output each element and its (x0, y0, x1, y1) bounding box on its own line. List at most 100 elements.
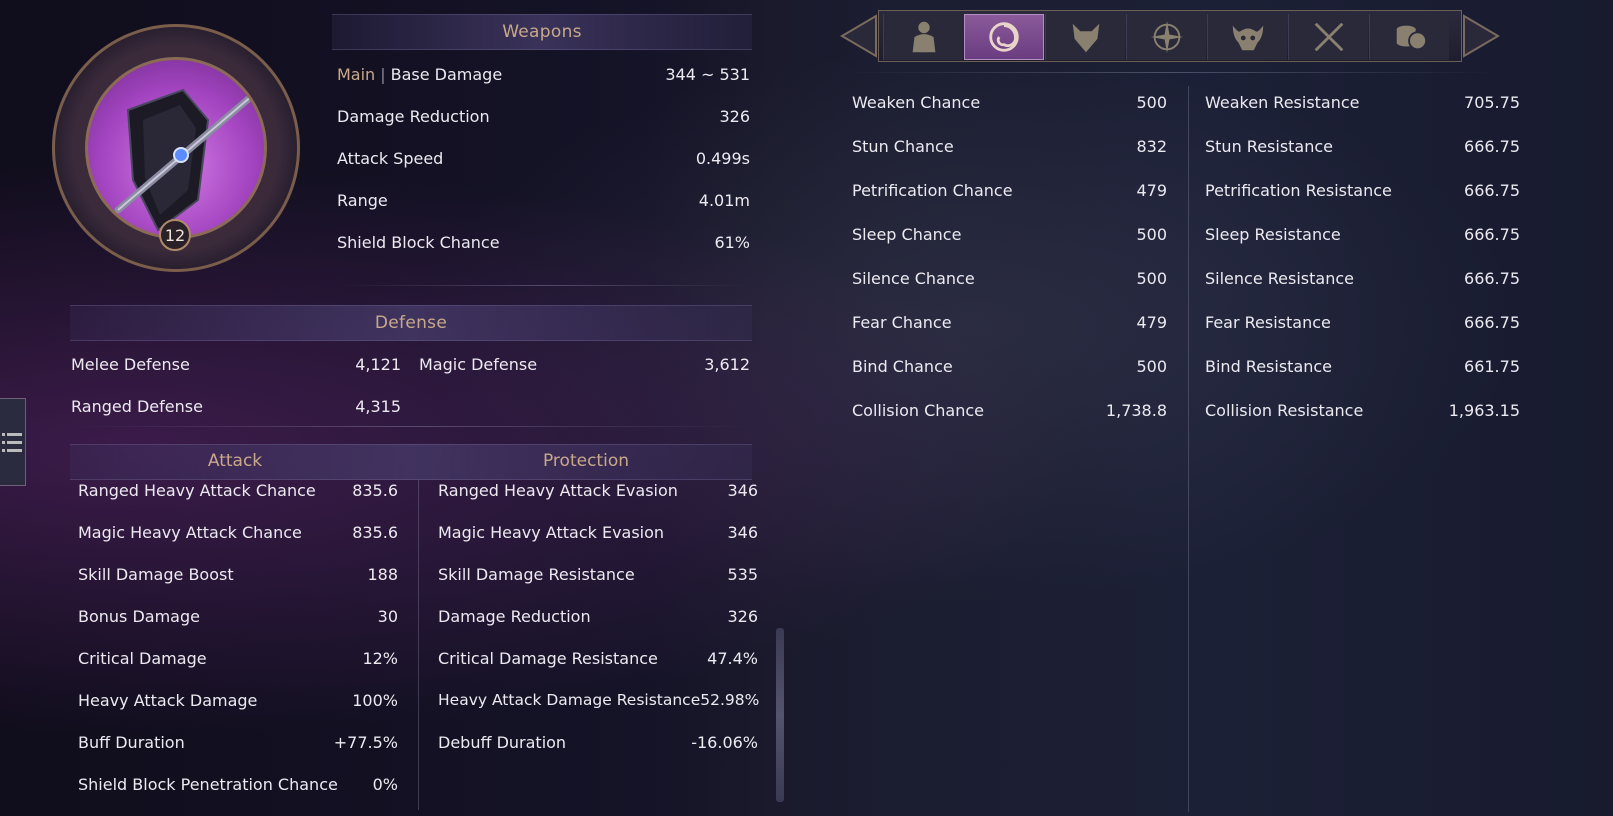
attack-header: Attack (207, 451, 263, 471)
stat-value: 326 (727, 606, 758, 626)
tab-coins[interactable] (1369, 14, 1449, 60)
stat-label: Shield Block Chance (337, 232, 500, 252)
status-chance-row: Collision Chance 1,738.8 (852, 398, 1167, 422)
wolf-icon (1072, 23, 1099, 53)
stat-label: Bonus Damage (78, 606, 200, 626)
stat-label: Petrification Resistance (1205, 180, 1392, 200)
stat-value: 344 ~ 531 (665, 64, 750, 84)
tab-demon[interactable] (1207, 14, 1287, 60)
stat-value: 52.98% (700, 691, 760, 709)
scrollbar[interactable] (776, 628, 784, 802)
weapon-stat-row: Damage Reduction 326 (337, 104, 750, 128)
stat-value: 500 (1136, 92, 1167, 112)
attack-stat-row: Magic Heavy Attack Chance 835.6 (78, 520, 398, 544)
protection-stat-row: Critical Damage Resistance 47.4% (438, 646, 758, 670)
stat-label: Skill Damage Resistance (438, 564, 635, 584)
stat-value: 0.499s (695, 148, 750, 168)
shield-sword-icon (114, 88, 257, 232)
stat-label: Debuff Duration (438, 732, 567, 752)
status-chance-row: Fear Chance 479 (852, 310, 1167, 334)
body-icon (912, 21, 935, 53)
stat-label: Buff Duration (78, 732, 185, 752)
stat-label: Damage Reduction (438, 606, 591, 626)
weapons-header: Weapons (332, 14, 752, 50)
stat-value: 4,121 (355, 354, 401, 374)
protection-stat-row: Heavy Attack Damage Resistance 52.98% (438, 688, 760, 712)
stat-label: Shield Block Penetration Chance (78, 774, 338, 794)
column-divider (1188, 86, 1189, 812)
tab-body[interactable] (883, 14, 963, 60)
stat-value: 4,315 (355, 396, 401, 416)
weapon-stat-row: Main | Base Damage 344 ~ 531 (337, 64, 750, 84)
main-weapon-tag: Main (337, 64, 376, 84)
list-icon (2, 433, 22, 452)
attack-stat-row: Critical Damage 12% (78, 646, 398, 670)
tab-compass[interactable] (1126, 14, 1206, 60)
protection-stat-row: Damage Reduction 326 (438, 604, 758, 628)
stat-value: 479 (1136, 312, 1167, 332)
stat-label: Magic Heavy Attack Chance (78, 522, 302, 542)
defense-header: Defense (70, 305, 752, 341)
stat-value: -16.06% (691, 732, 758, 752)
status-resistance-row: Weaken Resistance 705.75 (1205, 90, 1520, 114)
stat-value: 500 (1136, 356, 1167, 376)
stat-value: +77.5% (333, 732, 398, 752)
stat-value: 326 (719, 106, 750, 126)
next-tab-arrow[interactable] (1462, 14, 1502, 58)
tab-combat[interactable] (1288, 14, 1368, 60)
stat-label: Weaken Resistance (1205, 92, 1360, 112)
stat-value: 188 (367, 564, 398, 584)
stat-label: Weaken Chance (852, 92, 981, 112)
status-resistance-row: Stun Resistance 666.75 (1205, 134, 1520, 158)
stat-value: 705.75 (1464, 92, 1520, 112)
stat-label: Damage Reduction (337, 106, 490, 126)
crossed-swords-icon (1314, 22, 1343, 52)
stat-value: 666.75 (1464, 268, 1520, 288)
status-chance-row: Stun Chance 832 (852, 134, 1167, 158)
defense-stat-row: Ranged Defense 4,315 (71, 394, 401, 418)
stat-label: Bind Resistance (1205, 356, 1333, 376)
stat-value: 346 (727, 480, 758, 500)
stat-label: Silence Chance (852, 268, 975, 288)
stat-value: 661.75 (1464, 356, 1520, 376)
weapon-stat-row: Shield Block Chance 61% (337, 230, 750, 254)
prev-tab-arrow[interactable] (838, 14, 878, 58)
attack-stat-row: Bonus Damage 30 (78, 604, 398, 628)
stat-label: Fear Chance (852, 312, 952, 332)
stat-value: 500 (1136, 268, 1167, 288)
stat-value: 1,963.15 (1448, 400, 1520, 420)
status-resistance-row: Petrification Resistance 666.75 (1205, 178, 1520, 202)
stat-value: 666.75 (1464, 180, 1520, 200)
status-resistance-row: Collision Resistance 1,963.15 (1205, 398, 1520, 422)
defense-stat-row: Melee Defense 4,121 (71, 352, 401, 376)
stat-value: 835.6 (352, 522, 398, 542)
stat-value: 479 (1136, 180, 1167, 200)
stat-label: Magic Heavy Attack Evasion (438, 522, 665, 542)
stat-label: Ranged Heavy Attack Evasion (438, 480, 678, 500)
status-chance-row: Weaken Chance 500 (852, 90, 1167, 114)
protection-stat-row: Debuff Duration -16.06% (438, 730, 758, 754)
tab-wolf[interactable] (1045, 14, 1125, 60)
stat-value: 61% (714, 232, 750, 252)
stat-value: 832 (1136, 136, 1167, 156)
stat-label: Skill Damage Boost (78, 564, 234, 584)
tab-swirl[interactable] (964, 14, 1044, 60)
attack-stat-row: Ranged Heavy Attack Chance 835.6 (78, 478, 398, 502)
protection-stat-row: Ranged Heavy Attack Evasion 346 (438, 478, 758, 502)
stat-label: Range (337, 190, 388, 210)
stat-label: Sleep Resistance (1205, 224, 1341, 244)
stat-label: Heavy Attack Damage (78, 690, 258, 710)
stat-value: 12% (362, 648, 398, 668)
column-divider (418, 480, 419, 810)
weapon-stat-row: Attack Speed 0.499s (337, 146, 750, 170)
stat-value: 4.01m (698, 190, 750, 210)
stat-label: Base Damage (390, 64, 503, 84)
attack-stat-row: Skill Damage Boost 188 (78, 562, 398, 586)
stat-value: 666.75 (1464, 224, 1520, 244)
stat-label: Stun Resistance (1205, 136, 1334, 156)
stat-value: 346 (727, 522, 758, 542)
side-menu-tab[interactable] (0, 398, 26, 486)
status-chance-row: Bind Chance 500 (852, 354, 1167, 378)
defense-stat-row: Magic Defense 3,612 (419, 352, 750, 376)
stat-label: Collision Chance (852, 400, 984, 420)
